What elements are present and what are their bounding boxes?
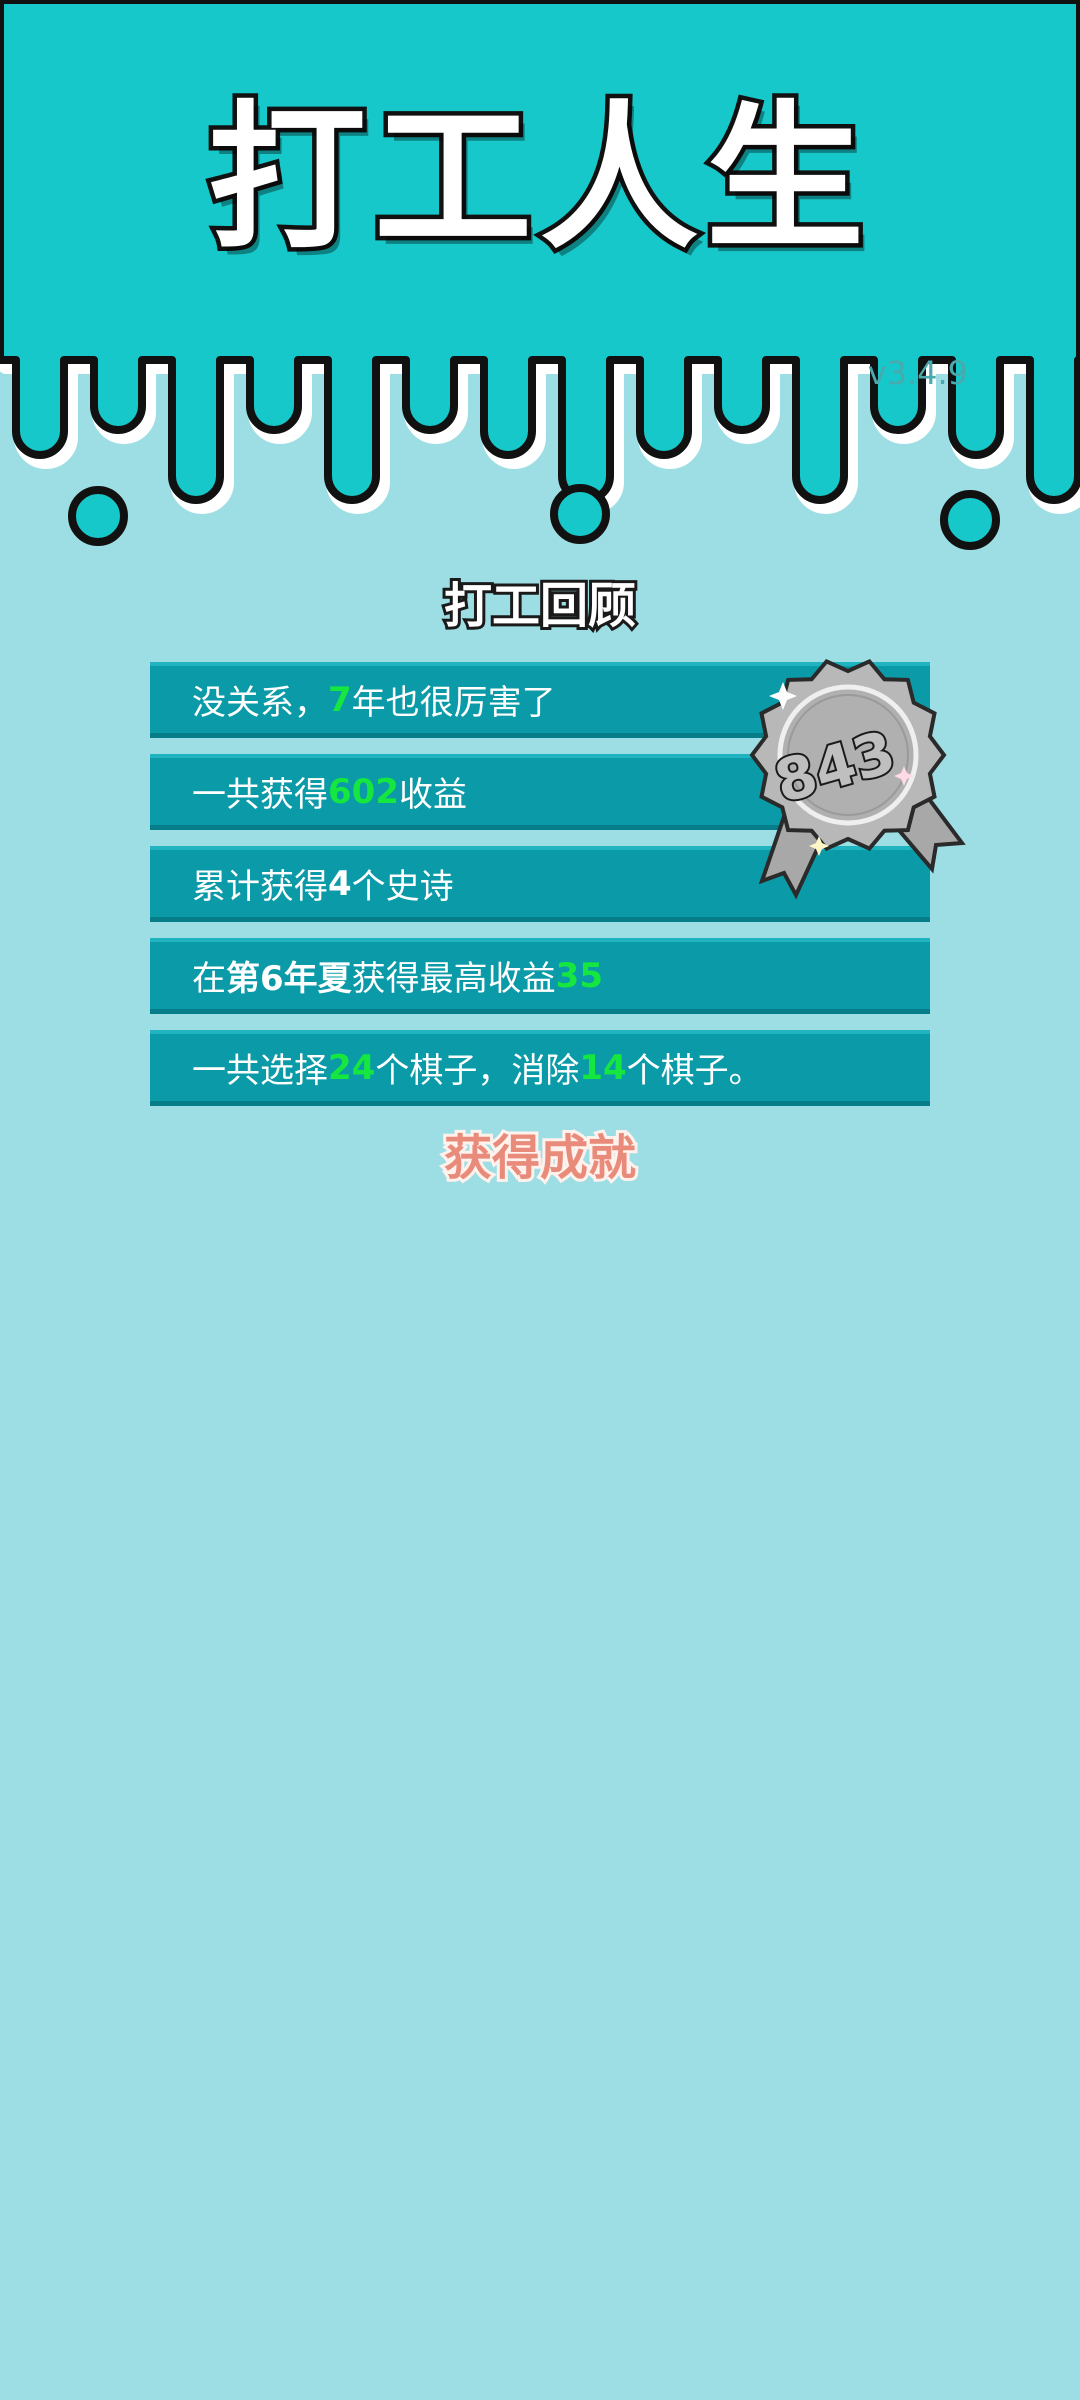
review-row-text: 4 (328, 863, 352, 904)
review-row-text: 一共获得 (192, 775, 328, 815)
header-drip-banner (0, 0, 1080, 550)
review-row-text: 累计获得 (192, 867, 328, 907)
review-row-text: 收益 (398, 775, 467, 815)
review-row-text: 获得最高收益 (351, 959, 556, 999)
app-title: 打工人生 (204, 87, 872, 271)
review-row-text: 14 (579, 1047, 627, 1088)
review-row-text: 个棋子，消除 (375, 1051, 580, 1091)
review-row-text: 在 (192, 959, 226, 999)
review-row-pieces: 一共选择 24 个棋子，消除 14 个棋子。 (150, 1030, 930, 1106)
review-row-text: 个棋子。 (626, 1051, 763, 1091)
review-row-text: 一共选择 (192, 1051, 328, 1091)
review-row-text: 35 (555, 955, 603, 996)
review-row-text: 年也很厉害了 (351, 683, 556, 723)
review-row-text: 7 (328, 679, 352, 720)
review-row-best-season: 在 第6年夏 获得最高收益 35 (150, 938, 930, 1014)
review-row-text: 没关系， (192, 683, 328, 723)
version-label: v3.4.9 (867, 354, 968, 392)
game-screen: 打工人生 v3.4.9 打工回顾 没关系， 7 年也很厉害了 一共获得 602 收益 累… (0, 0, 1080, 2400)
review-row-text: 602 (328, 771, 399, 812)
review-heading: 打工回顾 (441, 578, 639, 634)
drip-drop (550, 484, 610, 544)
drip-drop (68, 486, 128, 546)
review-row-text: 个史诗 (351, 867, 454, 907)
review-row-text: 24 (328, 1047, 376, 1088)
achievements-heading: 获得成就 (441, 1130, 639, 1186)
review-row-text: 第6年夏 (226, 959, 352, 999)
drip-drop (940, 490, 1000, 550)
